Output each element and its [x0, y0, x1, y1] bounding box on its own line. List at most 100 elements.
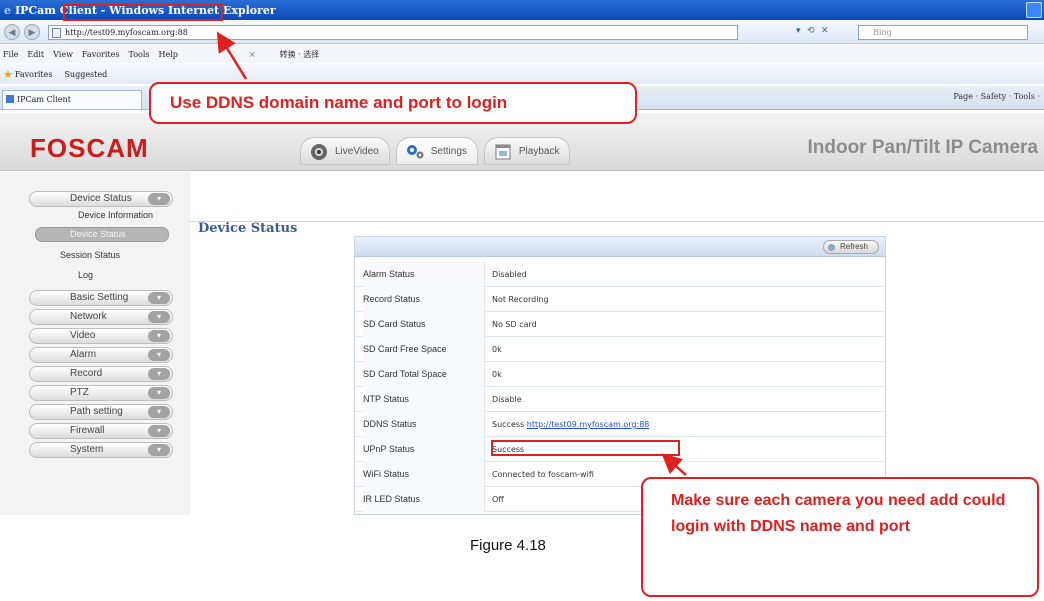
- chevron-down-icon: ▾: [148, 444, 170, 456]
- row-value: Disabled: [492, 270, 527, 279]
- sidebar-item-path-setting[interactable]: Path setting ▾: [29, 404, 173, 420]
- table-row: SD Card Free Space 0k: [355, 337, 885, 362]
- row-label: WiFi Status: [363, 462, 485, 487]
- sidebar-item-device-status[interactable]: Device Status ▾: [29, 191, 173, 207]
- row-label: SD Card Free Space: [363, 337, 485, 362]
- tab-livevideo[interactable]: LiveVideo: [300, 137, 390, 165]
- page-icon: [52, 28, 61, 38]
- settings-icon: [406, 145, 424, 159]
- menu-file[interactable]: File: [3, 50, 18, 59]
- sidebar-item-label: System: [70, 444, 104, 455]
- row-value: Disable: [492, 395, 522, 404]
- sidebar-item-label: Device Status: [70, 193, 132, 204]
- row-label: SD Card Status: [363, 312, 485, 337]
- title-divider: [188, 221, 1044, 222]
- sidebar-item-label: PTZ: [70, 387, 89, 398]
- menu-tools[interactable]: Tools: [128, 50, 149, 59]
- sidebar-item-label: Path setting: [70, 406, 123, 417]
- device-status-table: Refresh Alarm Status Disabled Record Stat…: [354, 236, 886, 515]
- refresh-button[interactable]: Refresh: [822, 240, 879, 254]
- chevron-down-icon: ▾: [148, 406, 170, 418]
- favorites-star-icon: ★: [3, 67, 13, 81]
- url-input[interactable]: http://test09.myfoscam.org:88: [48, 25, 738, 40]
- foscam-logo: FOSCAM: [30, 133, 149, 163]
- table-row: SD Card Total Space 0k: [355, 362, 885, 387]
- tab-playback-label: Playback: [518, 146, 560, 157]
- main-nav: LiveVideo Settings Playback: [300, 137, 576, 167]
- favorites-bar: ★ Favorites Suggested: [0, 64, 1044, 84]
- sidebar-item-video[interactable]: Video ▾: [29, 328, 173, 344]
- sidebar-item-basic-setting[interactable]: Basic Setting ▾: [29, 290, 173, 306]
- playback-icon: [495, 144, 511, 160]
- row-label: DDNS Status: [363, 412, 485, 437]
- product-name: Indoor Pan/Tilt IP Camera: [807, 137, 1038, 158]
- ie-icon: e: [4, 3, 11, 17]
- sidebar-sub-device-status-selected[interactable]: Device Status: [35, 227, 169, 242]
- search-input[interactable]: Bing: [858, 25, 1028, 40]
- sidebar-item-network[interactable]: Network ▾: [29, 309, 173, 325]
- row-value: 0k: [492, 345, 502, 354]
- back-button[interactable]: ◀: [4, 24, 20, 40]
- menu-favorites[interactable]: Favorites: [82, 50, 120, 59]
- suggested-sites-link[interactable]: Suggested: [64, 70, 107, 79]
- chevron-down-icon: ▾: [148, 425, 170, 437]
- menu-edit[interactable]: Edit: [27, 50, 44, 59]
- sidebar-sub-log[interactable]: Log: [78, 270, 93, 280]
- page-title: Device Status: [198, 221, 298, 236]
- row-label: SD Card Total Space: [363, 362, 485, 387]
- screenshot-root: e IPCam Client - Windows Internet Explor…: [0, 0, 1044, 601]
- sidebar-sub-session-status[interactable]: Session Status: [60, 250, 120, 260]
- url-highlight-box: [63, 4, 223, 21]
- sidebar-sub-device-information[interactable]: Device Information: [78, 210, 153, 220]
- row-value: Not Recording: [492, 295, 549, 304]
- row-value: Connected to foscam-wifi: [492, 470, 594, 479]
- row-value: Success http://test09.myfoscam.org:88: [492, 412, 649, 437]
- close-toolbar-icon[interactable]: ×: [249, 50, 256, 59]
- table-row: DDNS Status Success http://test09.myfosca…: [355, 412, 885, 437]
- sidebar-item-label: Network: [70, 311, 107, 322]
- ddns-link[interactable]: http://test09.myfoscam.org:88: [527, 420, 650, 429]
- search-placeholder: Bing: [873, 28, 892, 37]
- forward-button[interactable]: ▶: [24, 24, 40, 40]
- minimize-button[interactable]: [1026, 2, 1042, 18]
- chevron-down-icon: ▾: [148, 311, 170, 323]
- sidebar-item-alarm[interactable]: Alarm ▾: [29, 347, 173, 363]
- tab-livevideo-label: LiveVideo: [335, 146, 379, 157]
- command-bar[interactable]: Page · Safety · Tools ·: [953, 92, 1040, 101]
- row-value: No SD card: [492, 320, 537, 329]
- sidebar-item-label: Basic Setting: [70, 292, 129, 303]
- row-value: 0k: [492, 370, 502, 379]
- chevron-down-icon: ▾: [148, 387, 170, 399]
- callout-ddns-login: Use DDNS domain name and port to login: [149, 82, 637, 124]
- row-label: Alarm Status: [363, 262, 485, 287]
- address-tools-icons[interactable]: ▾ ⟲ ✕: [796, 25, 831, 36]
- live-video-icon: [311, 144, 327, 160]
- url-text: http://test09.myfoscam.org:88: [65, 28, 188, 37]
- figure-caption: Figure 4.18: [470, 537, 546, 554]
- table-row: Alarm Status Disabled: [355, 262, 885, 287]
- chevron-down-icon: ▾: [148, 368, 170, 380]
- table-row: SD Card Status No SD card: [355, 312, 885, 337]
- tab-ipcam-client[interactable]: IPCam Client: [2, 90, 142, 109]
- row-label: IR LED Status: [363, 487, 485, 512]
- tab-title: IPCam Client: [17, 95, 71, 104]
- translate-toolbar[interactable]: 转换 · 选择: [280, 49, 320, 60]
- row-label: Record Status: [363, 287, 485, 312]
- row-label: NTP Status: [363, 387, 485, 412]
- sidebar-item-system[interactable]: System ▾: [29, 442, 173, 458]
- row-label: UPnP Status: [363, 437, 485, 462]
- chevron-down-icon: ▾: [148, 330, 170, 342]
- sidebar-item-label: Firewall: [70, 425, 105, 436]
- address-bar: ◀ ▶ http://test09.myfoscam.org:88 ▾ ⟲ ✕ …: [0, 20, 1044, 44]
- menu-view[interactable]: View: [53, 50, 73, 59]
- sidebar-item-label: Record: [70, 368, 103, 379]
- sidebar-item-record[interactable]: Record ▾: [29, 366, 173, 382]
- tab-settings[interactable]: Settings: [395, 137, 478, 165]
- tab-favicon-icon: [6, 95, 14, 103]
- favorites-button[interactable]: Favorites: [15, 70, 53, 79]
- tab-playback[interactable]: Playback: [483, 137, 571, 165]
- chevron-down-icon: ▾: [148, 292, 170, 304]
- menu-help[interactable]: Help: [159, 50, 178, 59]
- sidebar-item-firewall[interactable]: Firewall ▾: [29, 423, 173, 439]
- sidebar-item-ptz[interactable]: PTZ ▾: [29, 385, 173, 401]
